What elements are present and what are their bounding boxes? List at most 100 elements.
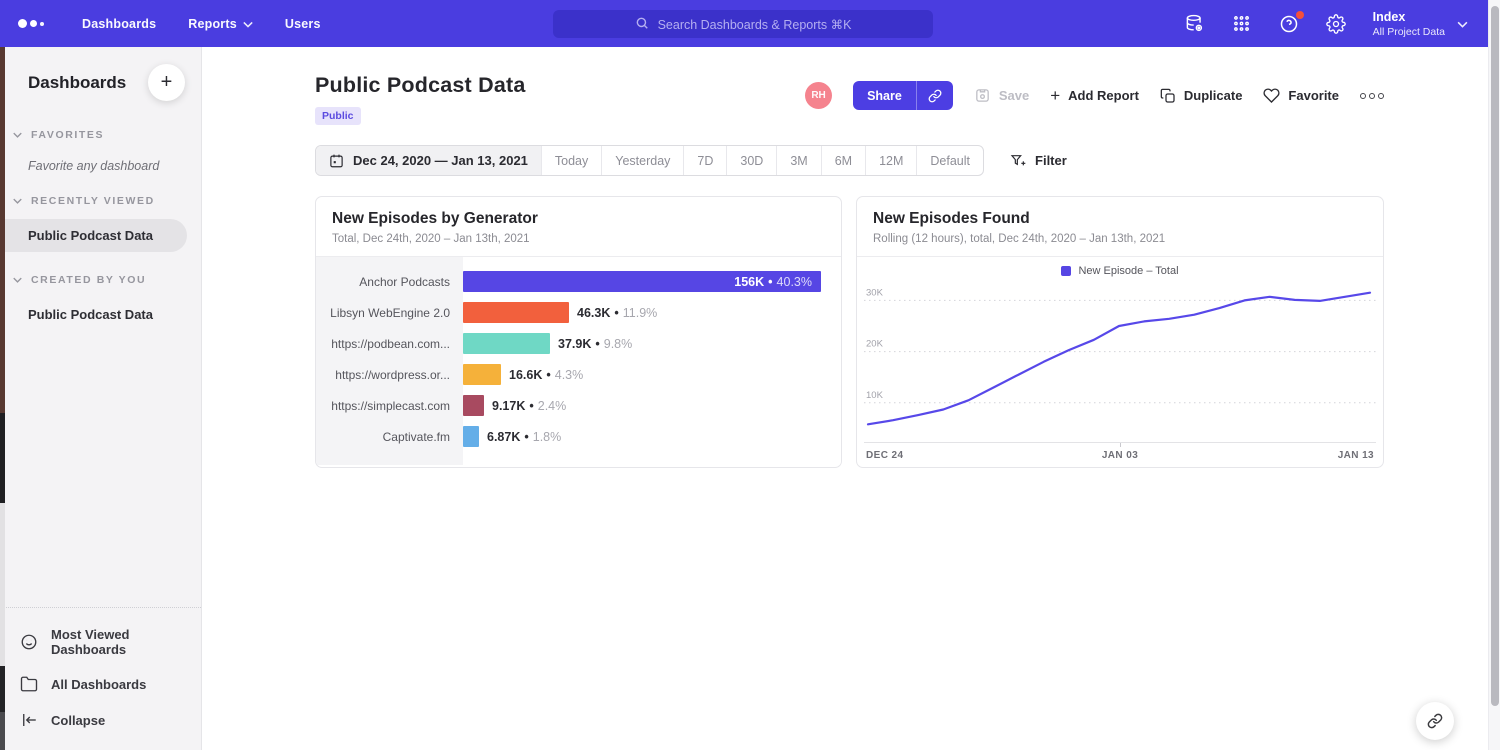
chart-legend: New Episode – Total [857, 257, 1383, 279]
sidebar-footer: Most Viewed Dashboards All Dashboards Co… [0, 607, 201, 750]
toolbar: Dec 24, 2020 — Jan 13, 2021 TodayYesterd… [315, 145, 1488, 176]
avatar[interactable]: RH [805, 82, 832, 109]
project-selector[interactable]: Index All Project Data [1373, 10, 1468, 38]
duplicate-button[interactable]: Duplicate [1160, 88, 1243, 104]
filter-button[interactable]: Filter [1010, 153, 1067, 169]
settings-icon[interactable] [1326, 14, 1346, 34]
x-axis-label: DEC 24 [866, 450, 903, 461]
scrollbar-thumb[interactable] [1491, 6, 1499, 706]
bar[interactable]: 156K•40.3% [463, 271, 821, 292]
bar-category-label: https://wordpress.or... [316, 368, 463, 382]
card-subtitle: Rolling (12 hours), total, Dec 24th, 202… [873, 233, 1367, 245]
copy-icon [1160, 88, 1176, 104]
sidebar-section-favorites[interactable]: FAVORITES [0, 129, 201, 141]
bar[interactable] [463, 364, 501, 385]
axis-tick [1120, 443, 1121, 447]
add-dashboard-button[interactable]: + [148, 64, 185, 101]
preset-12m[interactable]: 12M [865, 146, 916, 175]
bar-row: https://podbean.com... 37.9K•9.8% [316, 328, 841, 359]
scrollbar-track [1488, 0, 1500, 750]
share-link-icon[interactable] [917, 81, 953, 110]
add-report-button[interactable]: + Add Report [1050, 87, 1139, 104]
chevron-down-icon [13, 198, 22, 204]
bar[interactable] [463, 426, 479, 447]
nav-item-label: Dashboards [82, 17, 156, 31]
x-axis: DEC 24 JAN 03 JAN 13 [864, 442, 1376, 468]
nav-item-dashboards[interactable]: Dashboards [82, 17, 156, 31]
save-button[interactable]: Save [974, 87, 1029, 104]
date-range-button[interactable]: Dec 24, 2020 — Jan 13, 2021 [316, 146, 541, 175]
preset-3m[interactable]: 3M [776, 146, 820, 175]
svg-text:10K: 10K [866, 390, 884, 401]
legend-swatch [1061, 266, 1071, 276]
x-axis-label: JAN 03 [1102, 450, 1138, 461]
bar-category-label: Anchor Podcasts [316, 275, 463, 289]
chevron-down-icon [243, 17, 253, 31]
line-series[interactable] [868, 293, 1370, 425]
card-title: New Episodes by Generator [332, 210, 825, 228]
heart-icon [1263, 87, 1280, 104]
nav-item-users[interactable]: Users [285, 17, 321, 31]
preset-7d[interactable]: 7D [683, 146, 726, 175]
card-new-episodes-found: New Episodes Found Rolling (12 hours), t… [856, 196, 1384, 468]
page-title: Public Podcast Data [315, 73, 526, 98]
bar-row: Anchor Podcasts 156K•40.3% [316, 266, 841, 297]
folder-icon [20, 675, 38, 693]
apps-grid-icon[interactable] [1232, 14, 1252, 34]
all-dashboards-button[interactable]: All Dashboards [0, 666, 201, 702]
preset-6m[interactable]: 6M [821, 146, 865, 175]
add-report-label: Add Report [1068, 88, 1139, 103]
section-label: CREATED BY YOU [31, 274, 146, 286]
search-placeholder: Search Dashboards & Reports ⌘K [658, 17, 852, 32]
bar-value-label: 37.9K•9.8% [558, 337, 632, 351]
preset-today[interactable]: Today [541, 146, 601, 175]
bar[interactable] [463, 333, 550, 354]
nav-item-reports[interactable]: Reports [188, 17, 253, 31]
favorite-button[interactable]: Favorite [1263, 87, 1339, 104]
filter-label: Filter [1035, 153, 1067, 168]
project-name: Index [1373, 10, 1445, 24]
chevron-down-icon [1457, 15, 1468, 33]
svg-text:30K: 30K [866, 287, 884, 298]
background-window-sliver [0, 47, 5, 413]
legend-label: New Episode – Total [1078, 265, 1178, 277]
calendar-icon [329, 153, 344, 168]
sidebar-item-public-podcast-data[interactable]: Public Podcast Data [0, 219, 187, 252]
chevron-down-icon [13, 132, 22, 138]
bar[interactable] [463, 395, 484, 416]
floating-link-button[interactable] [1416, 702, 1454, 740]
search-icon [635, 16, 649, 33]
nav-menu: Dashboards Reports Users [82, 17, 321, 31]
footer-item-label: All Dashboards [51, 677, 146, 692]
date-range-label: Dec 24, 2020 — Jan 13, 2021 [353, 153, 528, 168]
app-logo[interactable] [18, 19, 52, 28]
x-axis-label: JAN 13 [1338, 450, 1374, 461]
bar-value-label: 6.87K•1.8% [487, 430, 561, 444]
sidebar-section-recently-viewed[interactable]: RECENTLY VIEWED [0, 195, 201, 207]
sidebar-section-created-by-you[interactable]: CREATED BY YOU [0, 274, 201, 286]
bar-value-label: 46.3K•11.9% [577, 306, 657, 320]
preset-30d[interactable]: 30D [726, 146, 776, 175]
bar-category-label: https://podbean.com... [316, 337, 463, 351]
section-label: FAVORITES [31, 129, 104, 141]
preset-yesterday[interactable]: Yesterday [601, 146, 683, 175]
background-window-sliver [0, 712, 5, 750]
collapse-sidebar-button[interactable]: Collapse [0, 702, 201, 738]
card-subtitle: Total, Dec 24th, 2020 – Jan 13th, 2021 [332, 233, 825, 245]
data-source-icon[interactable] [1185, 14, 1205, 34]
search-input[interactable]: Search Dashboards & Reports ⌘K [553, 10, 933, 38]
bar[interactable] [463, 302, 569, 323]
filter-icon [1010, 153, 1026, 169]
plus-icon: + [1050, 87, 1060, 104]
nav-item-label: Users [285, 17, 321, 31]
bar-category-label: Captivate.fm [316, 430, 463, 444]
help-icon[interactable] [1279, 14, 1299, 34]
share-button[interactable]: Share [853, 81, 953, 110]
bar-row: Libsyn WebEngine 2.046.3K•11.9% [316, 297, 841, 328]
bar-value-label: 156K•40.3% [734, 275, 812, 289]
more-options-button[interactable] [1360, 93, 1384, 99]
most-viewed-dashboards-button[interactable]: Most Viewed Dashboards [0, 618, 201, 666]
preset-default[interactable]: Default [916, 146, 983, 175]
sidebar-item-public-podcast-data[interactable]: Public Podcast Data [0, 298, 201, 331]
bar-row: https://simplecast.com9.17K•2.4% [316, 390, 841, 421]
